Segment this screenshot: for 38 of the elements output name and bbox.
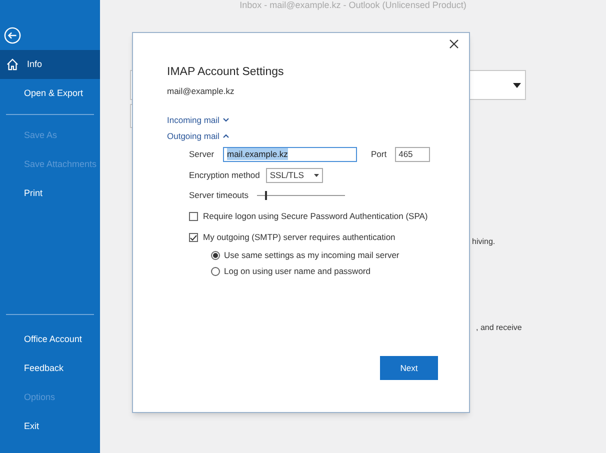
checkbox-option[interactable]: My outgoing (SMTP) server requires authentication bbox=[189, 231, 449, 244]
sidebar-item[interactable]: Open & Export bbox=[0, 79, 100, 108]
radio-option[interactable]: Log on using user name and password bbox=[211, 265, 449, 278]
checkbox[interactable] bbox=[189, 212, 198, 221]
next-button[interactable]: Next bbox=[380, 356, 438, 380]
caret-icon bbox=[314, 174, 319, 176]
port-label: Port bbox=[371, 148, 387, 160]
chevron-down-icon bbox=[223, 118, 230, 122]
port-field[interactable]: 465 bbox=[394, 146, 430, 162]
close-icon[interactable] bbox=[449, 39, 459, 49]
sidebar-item[interactable]: Print bbox=[0, 179, 100, 208]
sidebar-item[interactable]: Feedback bbox=[0, 354, 100, 383]
checkbox-option[interactable]: Require logon using Secure Password Authentication (SPA) bbox=[189, 210, 449, 223]
server-label: Server bbox=[189, 148, 213, 160]
checkbox[interactable] bbox=[189, 233, 198, 242]
timeout-slider[interactable] bbox=[256, 190, 345, 200]
dialog-title: IMAP Account Settings bbox=[167, 65, 285, 80]
sidebar-item[interactable]: Office Account bbox=[0, 325, 100, 354]
window-title: Inbox - mail@example.kz - Outlook (Unlicensed Product) bbox=[240, 0, 466, 12]
section-toggle[interactable]: Incoming mail bbox=[167, 114, 449, 126]
timeouts-label: Server timeouts bbox=[189, 188, 249, 202]
radio-button[interactable] bbox=[211, 267, 220, 276]
encryption-label: Encryption method bbox=[189, 168, 260, 182]
dropdown-caret-icon[interactable] bbox=[513, 82, 521, 88]
chevron-up-icon bbox=[223, 134, 230, 138]
radio-option[interactable]: Use same settings as my incoming mail server bbox=[211, 249, 449, 262]
section-toggle[interactable]: Outgoing mail bbox=[167, 130, 449, 142]
background-text: , and receive bbox=[476, 323, 522, 332]
check-icon bbox=[190, 234, 197, 240]
encryption-dropdown[interactable]: SSL/TLS bbox=[266, 168, 323, 182]
home-icon bbox=[6, 58, 19, 71]
sidebar-item[interactable]: Info bbox=[0, 50, 100, 79]
slider-thumb[interactable] bbox=[265, 190, 268, 200]
radio-button[interactable] bbox=[211, 251, 220, 260]
server-field[interactable]: mail.example.kz bbox=[223, 146, 357, 162]
sidebar-item[interactable]: Exit bbox=[0, 412, 100, 441]
background-text: hiving. bbox=[472, 237, 496, 246]
account-email: mail@example.kz bbox=[167, 85, 236, 98]
